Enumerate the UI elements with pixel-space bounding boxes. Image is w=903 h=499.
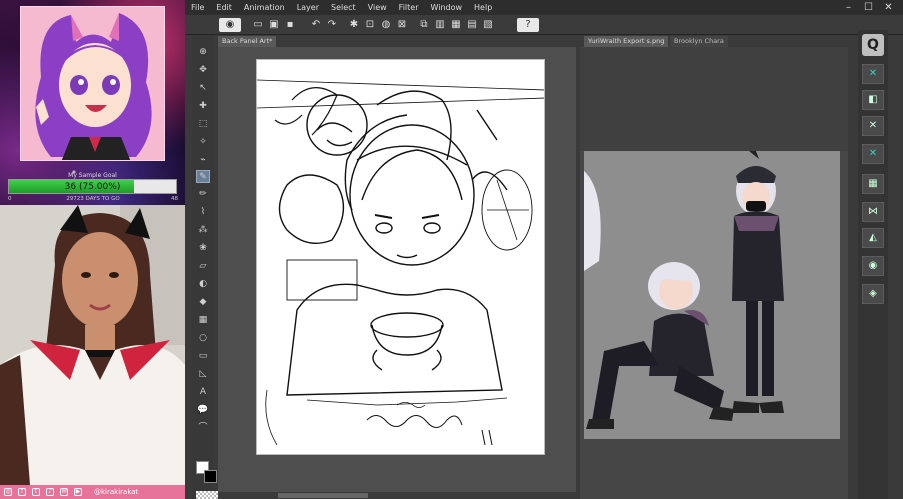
mail-icon: ✉: [60, 488, 68, 496]
ruler-tool-icon[interactable]: ◺: [196, 368, 210, 381]
tab-yuriwraith-export[interactable]: YuriWraith Export s.png: [584, 36, 669, 47]
new-file-icon[interactable]: ▭: [251, 18, 265, 32]
sub-color-swatch[interactable]: [204, 470, 217, 483]
transparent-color-swatch[interactable]: [196, 491, 218, 499]
stream-overlay: My Sample Goal 36 (75.00%) 0 29723 DAYS …: [0, 0, 185, 499]
vtuber-avatar: [20, 6, 165, 161]
tool-property-icon[interactable]: ✕: [862, 116, 884, 136]
snap-grid-icon[interactable]: ▤: [465, 18, 479, 32]
help-icon[interactable]: ?: [517, 18, 539, 32]
menu-file[interactable]: File: [191, 3, 204, 12]
balloon-tool-icon[interactable]: 💬: [196, 404, 210, 417]
pen-tool-icon[interactable]: ✎: [196, 170, 210, 183]
pencil-tool-icon[interactable]: ✏: [196, 188, 210, 201]
reference-top-area: [580, 47, 848, 151]
canvas-horizontal-scrollbar[interactable]: [218, 492, 576, 499]
layer-move-icon[interactable]: ✚: [196, 100, 210, 113]
correct-line-icon[interactable]: ⌒: [196, 422, 210, 435]
goal-title: My Sample Goal: [68, 172, 117, 179]
sketch-canvas[interactable]: [256, 59, 545, 455]
fill-icon[interactable]: ◍: [379, 18, 393, 32]
close-button[interactable]: ✕: [883, 2, 894, 13]
select-icon[interactable]: ⊠: [395, 18, 409, 32]
gradient-tool-icon[interactable]: ▦: [196, 314, 210, 327]
menu-view[interactable]: View: [368, 3, 387, 12]
goal-max: 48: [171, 196, 178, 202]
tab-back-panel-art[interactable]: Back Panel Art*: [218, 36, 277, 47]
material-icon[interactable]: ◉: [862, 256, 884, 276]
open-file-icon[interactable]: ▣: [267, 18, 281, 32]
twitter-icon: t: [32, 488, 40, 496]
selection-tool-icon[interactable]: ⬚: [196, 118, 210, 131]
decoration-tool-icon[interactable]: ❀: [196, 242, 210, 255]
color-set-icon[interactable]: ⋈: [862, 202, 884, 222]
command-bar: ◉ ▭ ▣ ▪ ↶ ↷ ✱ ⊡ ◍ ⊠ ⧉ ▥ ▦ ▤ ▧ ?: [185, 15, 903, 35]
screen: My Sample Goal 36 (75.00%) 0 29723 DAYS …: [0, 0, 903, 499]
figure-tool-icon[interactable]: ○: [196, 332, 210, 345]
facebook-icon: f: [18, 488, 26, 496]
undo-icon[interactable]: ↶: [309, 18, 323, 32]
webcam-feed: [0, 205, 185, 485]
menu-filter[interactable]: Filter: [399, 3, 419, 12]
auto-select-icon[interactable]: ✧: [196, 136, 210, 149]
menu-window[interactable]: Window: [430, 3, 462, 12]
snap-icon[interactable]: ⧉: [417, 18, 431, 32]
goal-value: 36 (75.00%): [64, 182, 121, 192]
reference-panel[interactable]: [580, 47, 848, 499]
reference-image[interactable]: [584, 151, 840, 439]
menu-help[interactable]: Help: [474, 3, 492, 12]
ruler-icon[interactable]: ▥: [433, 18, 447, 32]
minimize-button[interactable]: –: [843, 2, 854, 13]
fill-tool-icon[interactable]: ◆: [196, 296, 210, 309]
text-tool-icon[interactable]: A: [196, 386, 210, 399]
brush-tool-icon[interactable]: ⌇: [196, 206, 210, 219]
canvas-area[interactable]: [218, 47, 576, 499]
instagram-icon: ◎: [4, 488, 12, 496]
frame-tool-icon[interactable]: ▭: [196, 350, 210, 363]
tab-brooklyn-chara[interactable]: Brooklyn Chara: [670, 36, 728, 47]
goal-progress-bar: 36 (75.00%): [8, 179, 177, 194]
goal-details: 0 29723 DAYS TO GO 48: [8, 196, 178, 204]
airbrush-tool-icon[interactable]: ⁂: [196, 224, 210, 237]
goal-days-left: 29723 DAYS TO GO: [66, 196, 120, 202]
redo-icon[interactable]: ↷: [325, 18, 339, 32]
move-tool-icon[interactable]: ✥: [196, 64, 210, 77]
blend-tool-icon[interactable]: ◐: [196, 278, 210, 291]
brush-size-icon[interactable]: ✕: [862, 144, 884, 164]
menu-layer[interactable]: Layer: [297, 3, 319, 12]
layer-palette-icon[interactable]: ◈: [862, 284, 884, 304]
eyedropper-icon[interactable]: ⌁: [196, 154, 210, 167]
menu-bar: File Edit Animation Layer Select View Fi…: [185, 0, 903, 15]
sub-tool-icon[interactable]: ◧: [862, 90, 884, 110]
save-icon[interactable]: ▪: [283, 18, 297, 32]
snap-special-icon[interactable]: ▧: [481, 18, 495, 32]
zoom-tool-icon[interactable]: ⊕: [196, 46, 210, 59]
tiktok-icon: ♪: [46, 488, 54, 496]
search-icon[interactable]: Q: [862, 34, 884, 56]
maximize-button[interactable]: ☐: [863, 2, 874, 13]
eraser-tool-icon[interactable]: ▱: [196, 260, 210, 273]
scroll-thumb[interactable]: [278, 493, 368, 498]
clip-studio-window: File Edit Animation Layer Select View Fi…: [185, 0, 903, 499]
youtube-icon: ▶: [74, 488, 82, 496]
right-palette-bar: Q ✕ ◧ ✕ ✕ ▦ ⋈ ◭ ◉ ◈: [858, 30, 888, 499]
navigator-icon[interactable]: ◭: [862, 228, 884, 248]
clear-icon[interactable]: ✱: [347, 18, 361, 32]
tool-palette: ⊕ ✥ ↖ ✚ ⬚ ✧ ⌁ ✎ ✏ ⌇ ⁂ ❀ ▱ ◐ ◆ ▦ ○ ▭ ◺ A …: [192, 36, 218, 499]
menu-animation[interactable]: Animation: [244, 3, 285, 12]
menu-select[interactable]: Select: [331, 3, 356, 12]
layer-property-icon[interactable]: ✕: [862, 64, 884, 84]
operation-tool-icon[interactable]: ↖: [196, 82, 210, 95]
grid-icon[interactable]: ▦: [449, 18, 463, 32]
color-wheel-icon[interactable]: ▦: [862, 174, 884, 194]
social-bar: ◎ f t ♪ ✉ ▶ @kirakirakat: [0, 485, 185, 499]
reference-bottom-area: [580, 439, 848, 499]
clip-studio-icon[interactable]: ◉: [219, 18, 241, 32]
social-handle: @kirakirakat: [94, 488, 139, 496]
menu-edit[interactable]: Edit: [216, 3, 232, 12]
transform-icon[interactable]: ⊡: [363, 18, 377, 32]
